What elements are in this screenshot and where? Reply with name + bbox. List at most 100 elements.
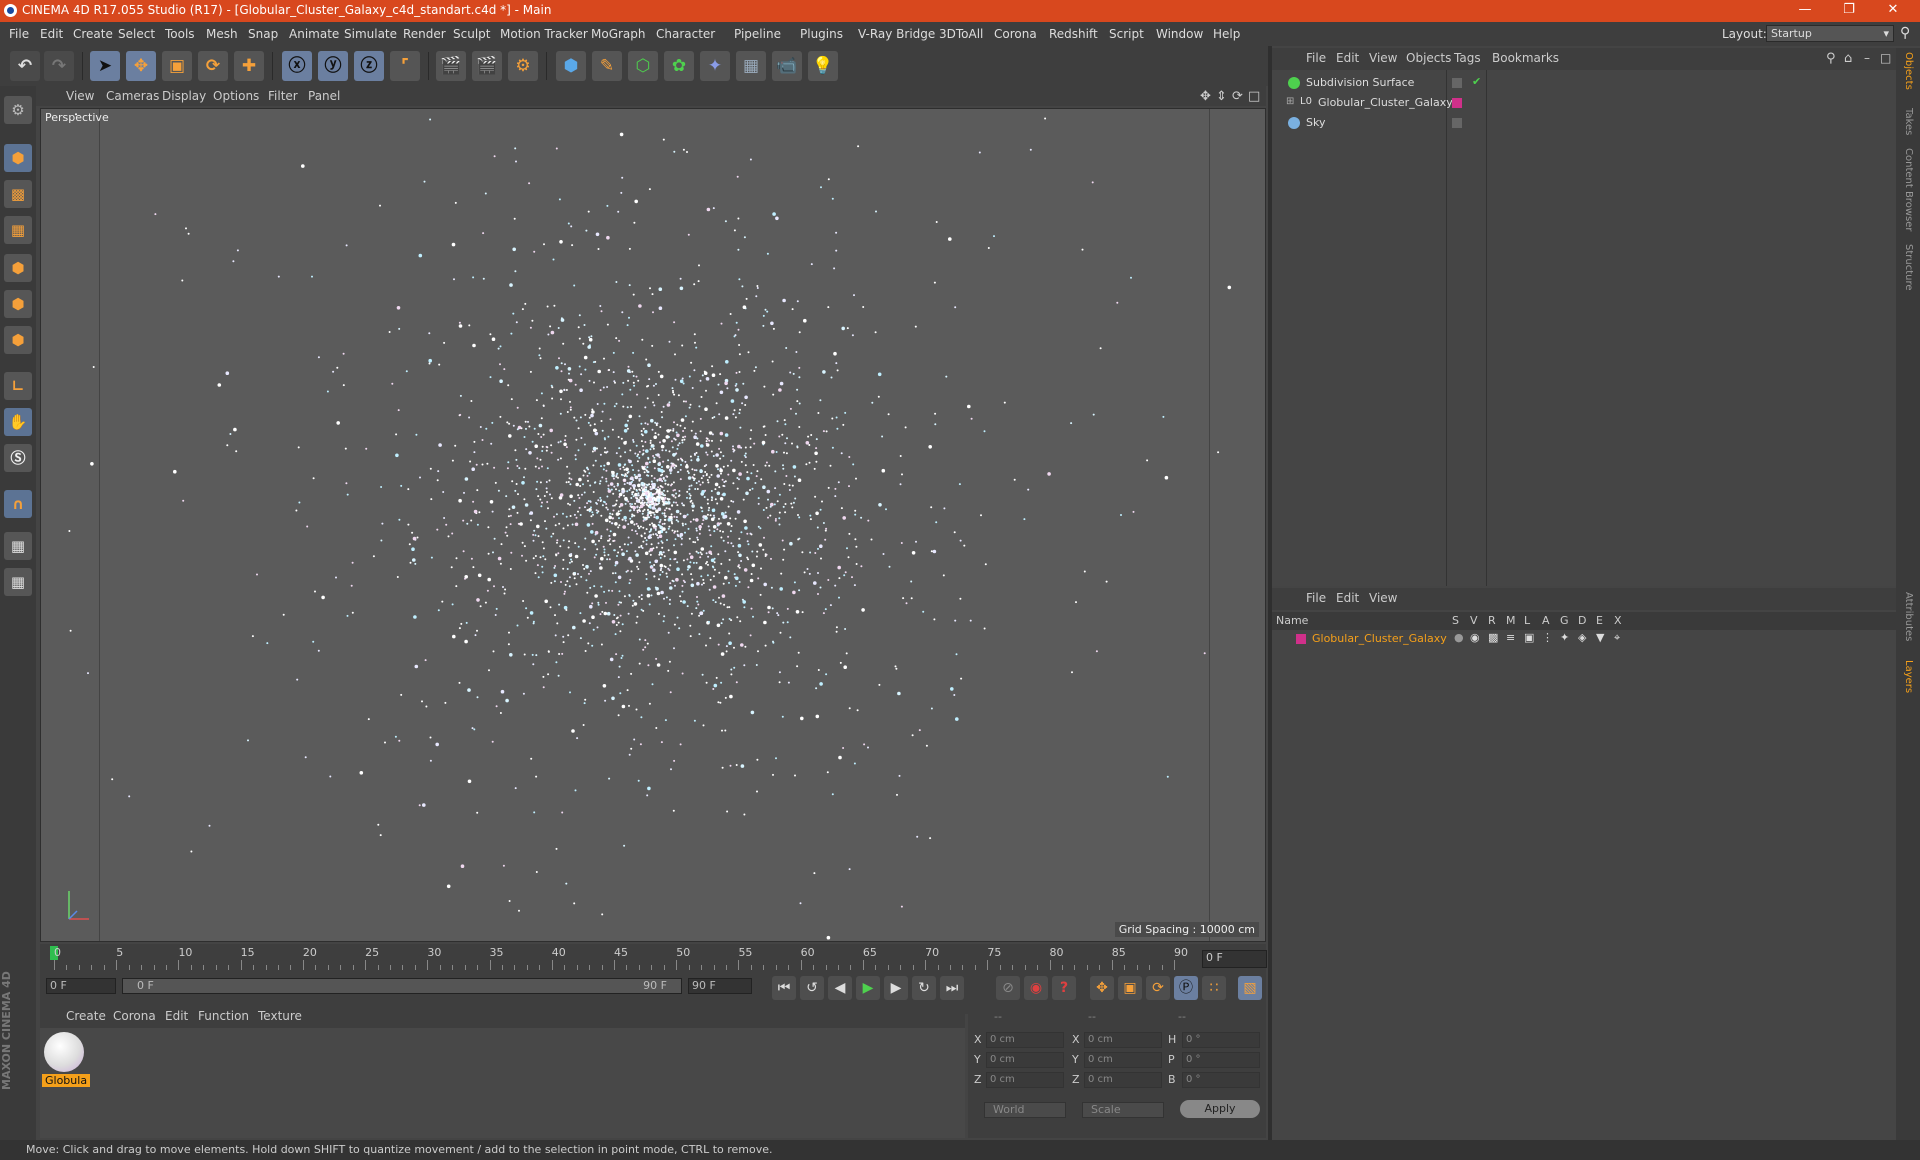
live-selection-button[interactable]: ➤ [90, 51, 120, 81]
coordinate-system-button[interactable]: ⌜ [390, 51, 420, 81]
object-menu-objects[interactable]: Objects [1406, 51, 1451, 65]
key-pla-button[interactable]: ∷ [1202, 976, 1226, 1000]
scale-tool-button[interactable]: ▣ [162, 51, 192, 81]
material-menu-create[interactable]: Create [66, 1009, 106, 1023]
layer-col-expressions[interactable]: E [1596, 614, 1603, 627]
maximize-pane-icon[interactable]: □ [1880, 51, 1891, 65]
go-to-start-button[interactable]: ⏮ [772, 976, 796, 1000]
autokey-button[interactable]: ? [1052, 976, 1076, 1000]
undo-button[interactable]: ↶ [10, 51, 40, 81]
render-view-button[interactable]: 🎬 [436, 51, 466, 81]
deformer-button[interactable]: ✦ [700, 51, 730, 81]
tab-layers[interactable]: Layers [1903, 660, 1914, 693]
solo-button[interactable]: Ⓢ [4, 444, 32, 472]
snap-button[interactable]: ∩ [4, 490, 32, 518]
tab-attributes[interactable]: Attributes [1903, 592, 1914, 641]
xref-icon[interactable]: ⌖ [1614, 631, 1620, 645]
position-y-field[interactable]: 0 cm [986, 1052, 1064, 1068]
menu-mograph[interactable]: MoGraph [591, 27, 646, 41]
frame-ruler[interactable]: 0 5 10 15 20 25 30 35 40 45 50 55 60 65 70 75 80 85 90 [48, 944, 1198, 974]
key-position-button[interactable]: ✥ [1090, 976, 1114, 1000]
make-editable-button[interactable]: ⚙ [4, 96, 32, 124]
coordinate-space-dropdown[interactable]: World [984, 1102, 1066, 1118]
manager-icon[interactable]: ≡ [1506, 631, 1515, 644]
layer-col-view[interactable]: V [1470, 614, 1478, 627]
tab-content-browser[interactable]: Content Browser [1903, 148, 1914, 231]
z-axis-button[interactable]: ⓩ [354, 51, 384, 81]
next-frame-button[interactable]: ▶ [884, 976, 908, 1000]
menu-render[interactable]: Render [403, 27, 446, 41]
close-button[interactable]: ✕ [1878, 2, 1908, 20]
material-name[interactable]: Globula [42, 1074, 91, 1087]
layer-col-solo[interactable]: S [1452, 614, 1459, 627]
menu-3dtoall[interactable]: 3DToAll [939, 27, 983, 41]
floor-button[interactable]: ▦ [736, 51, 766, 81]
record-button[interactable]: ◉ [1024, 976, 1048, 1000]
viewport-menu-panel[interactable]: Panel [308, 89, 340, 103]
menu-edit[interactable]: Edit [40, 27, 63, 41]
menu-character[interactable]: Character [656, 27, 715, 41]
start-frame-field[interactable]: 0 F [46, 978, 116, 994]
material-tag-icon[interactable] [1452, 98, 1462, 108]
layer-menu-view[interactable]: View [1369, 591, 1397, 605]
texture-mode-button[interactable]: ▩ [4, 180, 32, 208]
render-picture-viewer-button[interactable]: 🎬 [472, 51, 502, 81]
layer-col-deformers[interactable]: D [1578, 614, 1586, 627]
material-menu-function[interactable]: Function [198, 1009, 249, 1023]
object-menu-tags[interactable]: Tags [1454, 51, 1481, 65]
rotation-h-field[interactable]: 0 ° [1182, 1032, 1260, 1048]
light-button[interactable]: 💡 [808, 51, 838, 81]
search-icon[interactable]: ⚲ [1900, 25, 1910, 41]
position-x-field[interactable]: 0 cm [986, 1032, 1064, 1048]
current-frame-field[interactable]: 0 F [1202, 950, 1267, 968]
render-clapper-icon[interactable]: ▩ [1488, 631, 1498, 644]
key-parameter-button[interactable]: Ⓟ [1174, 976, 1198, 1000]
editor-visibility-icon[interactable] [1452, 118, 1462, 128]
go-to-end-button[interactable]: ⏭ [940, 976, 964, 1000]
layer-menu-file[interactable]: File [1306, 591, 1326, 605]
viewport-zoom-icon[interactable]: ⇕ [1216, 89, 1227, 104]
menu-corona[interactable]: Corona [994, 27, 1037, 41]
rotate-tool-button[interactable]: ⟳ [198, 51, 228, 81]
material-menu-corona[interactable]: Corona [113, 1009, 156, 1023]
material-menu-texture[interactable]: Texture [258, 1009, 302, 1023]
object-row-subdivision-surface[interactable]: Subdivision Surface ✔ [1272, 74, 1896, 92]
timeline-window-button[interactable]: ▧ [1238, 976, 1262, 1000]
position-z-field[interactable]: 0 cm [986, 1072, 1064, 1088]
workplane-button[interactable]: ▦ [4, 216, 32, 244]
cube-object-button[interactable]: ⬢ [556, 51, 586, 81]
locked-workplane-button[interactable]: ▦ [4, 532, 32, 560]
lock-icon[interactable]: ▣ [1524, 631, 1534, 644]
menu-redshift[interactable]: Redshift [1049, 27, 1098, 41]
home-icon[interactable]: ⌂ [1844, 51, 1852, 66]
x-axis-button[interactable]: ⓧ [282, 51, 312, 81]
tab-structure[interactable]: Structure [1903, 244, 1914, 291]
play-button[interactable]: ▶ [856, 976, 880, 1000]
previous-frame-button[interactable]: ◀ [828, 976, 852, 1000]
layer-col-xref[interactable]: X [1614, 614, 1622, 627]
layout-dropdown[interactable]: Startup ▾ [1766, 25, 1894, 42]
expand-plus-icon[interactable]: ⊞ [1286, 96, 1294, 107]
search-icon[interactable]: ⚲ [1826, 51, 1836, 66]
viewport-maximize-icon[interactable]: □ [1248, 89, 1260, 104]
menu-tools[interactable]: Tools [165, 27, 195, 41]
material-menu-edit[interactable]: Edit [165, 1009, 188, 1023]
editor-visibility-icon[interactable] [1452, 78, 1462, 88]
timeline-ruler[interactable]: 0 5 10 15 20 25 30 35 40 45 50 55 60 65 70 75 80 85 90 0 F [40, 944, 1267, 974]
restore-button[interactable]: ❐ [1834, 2, 1864, 20]
object-row-sky[interactable]: Sky [1272, 114, 1896, 132]
perspective-viewport[interactable]: Perspective Grid Spacing : 10000 cm [40, 108, 1266, 942]
tab-objects[interactable]: Objects [1903, 52, 1914, 90]
next-key-button[interactable]: ↻ [912, 976, 936, 1000]
range-slider[interactable]: 0 F 90 F [122, 978, 682, 994]
menu-vray-bridge[interactable]: V-Ray Bridge [858, 27, 935, 41]
menu-select[interactable]: Select [118, 27, 155, 41]
minimize-button[interactable]: — [1790, 2, 1820, 20]
viewport-menu-display[interactable]: Display [162, 89, 206, 103]
layer-col-render[interactable]: R [1488, 614, 1496, 627]
coordinate-mode-dropdown[interactable]: Scale [1082, 1102, 1164, 1118]
menu-sculpt[interactable]: Sculpt [453, 27, 490, 41]
end-frame-field[interactable]: 90 F [688, 978, 752, 994]
layer-col-manager[interactable]: M [1506, 614, 1516, 627]
menu-script[interactable]: Script [1109, 27, 1144, 41]
